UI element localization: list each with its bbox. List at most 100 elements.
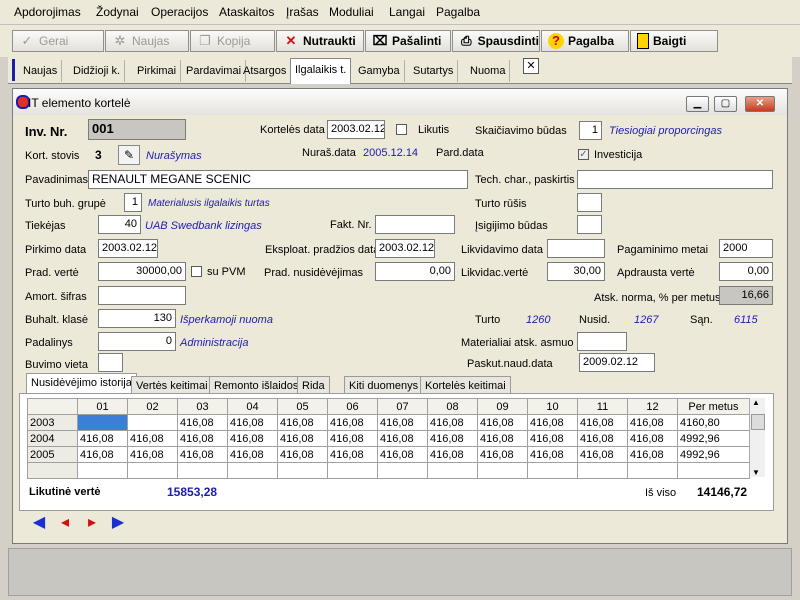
- grid-cell[interactable]: 4160,80: [677, 414, 750, 431]
- asmuo-field[interactable]: [577, 332, 627, 351]
- grid-cell[interactable]: [427, 462, 478, 479]
- grid-cell[interactable]: 416,08: [427, 430, 478, 447]
- menu-irasas[interactable]: Įrašas: [286, 5, 319, 19]
- scroll-down-icon[interactable]: ▼: [752, 468, 760, 477]
- lookup-icon[interactable]: ✎: [118, 145, 140, 165]
- naujas-button[interactable]: ✲ Naujas: [105, 30, 189, 52]
- grid-cell[interactable]: 416,08: [477, 430, 528, 447]
- grid-cell[interactable]: [377, 462, 428, 479]
- kopija-button[interactable]: ❐ Kopija: [190, 30, 275, 52]
- grid-cell[interactable]: 416,08: [227, 414, 278, 431]
- grid-cell[interactable]: [327, 462, 378, 479]
- table-row[interactable]: 2005 416,08 416,08 416,08 416,08 416,08 416,08…: [27, 446, 750, 463]
- menu-ataskaitos[interactable]: Ataskaitos: [219, 5, 274, 19]
- grid-cell[interactable]: 416,08: [377, 430, 428, 447]
- module-tab-pardavimai[interactable]: Pardavimai: [182, 60, 247, 82]
- pagalba-button[interactable]: ? Pagalba: [541, 30, 629, 52]
- pavad-field[interactable]: RENAULT MEGANE SCENIC: [88, 170, 468, 189]
- grid-cell[interactable]: [127, 414, 178, 431]
- grid-cell[interactable]: 416,08: [77, 430, 128, 447]
- grid-cell[interactable]: 416,08: [527, 414, 578, 431]
- grid-cell[interactable]: 416,08: [427, 414, 478, 431]
- grid-cell[interactable]: 416,08: [127, 446, 178, 463]
- table-row[interactable]: 2004 416,08 416,08 416,08 416,08 416,08 416,08…: [27, 430, 750, 447]
- menu-moduliai[interactable]: Moduliai: [329, 5, 374, 19]
- grid-cell[interactable]: 416,08: [577, 430, 628, 447]
- module-tab-ilgalaikis[interactable]: Ilgalaikis t.: [290, 58, 352, 84]
- grid-cell[interactable]: 416,08: [127, 430, 178, 447]
- menu-operacijos[interactable]: Operacijos: [151, 5, 208, 19]
- grid-scrollbar[interactable]: ▲ ▼: [749, 398, 765, 477]
- likv-data-field[interactable]: [547, 239, 605, 258]
- buvimo-field[interactable]: [98, 353, 123, 372]
- eksp-data-field[interactable]: 2003.02.12: [375, 239, 435, 258]
- year-cell[interactable]: 2004: [27, 430, 78, 447]
- grid-cell[interactable]: 416,08: [477, 414, 528, 431]
- grid-cell[interactable]: 416,08: [327, 430, 378, 447]
- grid-cell[interactable]: 416,08: [327, 414, 378, 431]
- isig-field[interactable]: [577, 215, 602, 234]
- fakt-field[interactable]: [375, 215, 455, 234]
- year-cell[interactable]: 2003: [27, 414, 78, 431]
- grid-cell[interactable]: 416,08: [577, 414, 628, 431]
- scroll-up-icon[interactable]: ▲: [752, 398, 760, 407]
- prev-record-icon[interactable]: ◂: [55, 513, 75, 533]
- next-record-icon[interactable]: ▸: [82, 513, 102, 533]
- spausdinti-button[interactable]: ⎙ Spausdinti: [452, 30, 540, 52]
- prad-nus-field[interactable]: 0,00: [375, 262, 455, 281]
- grid-cell[interactable]: 416,08: [377, 414, 428, 431]
- close-icon[interactable]: ✕: [745, 96, 775, 112]
- grid-cell[interactable]: 416,08: [177, 446, 228, 463]
- grid-cell[interactable]: 416,08: [377, 446, 428, 463]
- module-tab-gamyba[interactable]: Gamyba: [354, 60, 405, 82]
- module-tab-pirkimai[interactable]: Pirkimai: [133, 60, 182, 82]
- grid-cell[interactable]: 4992,96: [677, 430, 750, 447]
- pasalinti-button[interactable]: ⌧ Pašalinti: [365, 30, 451, 52]
- grid-cell[interactable]: 416,08: [527, 430, 578, 447]
- grid-cell[interactable]: [627, 462, 678, 479]
- grid-cell[interactable]: 416,08: [277, 430, 328, 447]
- grid-cell[interactable]: [277, 462, 328, 479]
- grid-cell[interactable]: 416,08: [277, 446, 328, 463]
- module-tab-nuoma[interactable]: Nuoma: [466, 60, 511, 82]
- gerai-button[interactable]: ✓ Gerai: [12, 30, 104, 52]
- grid-cell[interactable]: [577, 462, 628, 479]
- grid-cell[interactable]: [77, 462, 128, 479]
- grid-cell[interactable]: 416,08: [227, 430, 278, 447]
- year-cell[interactable]: [27, 462, 78, 479]
- module-tab-atsargos[interactable]: Atsargos: [239, 60, 292, 82]
- grid-cell[interactable]: [527, 462, 578, 479]
- minimize-icon[interactable]: ▁: [686, 96, 709, 112]
- grid-cell[interactable]: 416,08: [277, 414, 328, 431]
- grid-cell[interactable]: 416,08: [627, 430, 678, 447]
- grid-cell[interactable]: [677, 462, 750, 479]
- grid-cell[interactable]: [227, 462, 278, 479]
- prad-verte-field[interactable]: 30000,00: [98, 262, 186, 281]
- grid-cell[interactable]: [127, 462, 178, 479]
- grid-cell[interactable]: 416,08: [177, 430, 228, 447]
- kort-data-field[interactable]: 2003.02.12: [327, 120, 385, 139]
- grid-cell[interactable]: 416,08: [77, 446, 128, 463]
- module-close-icon[interactable]: ✕: [523, 58, 539, 74]
- padal-code-field[interactable]: 0: [98, 332, 176, 351]
- apdr-field[interactable]: 0,00: [719, 262, 773, 281]
- menu-apdorojimas[interactable]: Apdorojimas: [14, 5, 81, 19]
- likutis-checkbox[interactable]: [396, 124, 407, 135]
- grupe-code-field[interactable]: 1: [124, 193, 142, 212]
- table-row[interactable]: 2003 416,08 416,08 416,08 416,08 416,08 416,08…: [27, 414, 750, 431]
- paskut-field[interactable]: 2009.02.12: [579, 353, 655, 372]
- grid-cell[interactable]: 416,08: [527, 446, 578, 463]
- skaic-code-field[interactable]: 1: [579, 121, 602, 140]
- tech-field[interactable]: [577, 170, 773, 189]
- buhalt-code-field[interactable]: 130: [98, 309, 176, 328]
- baigti-button[interactable]: Baigti: [630, 30, 718, 52]
- grid-cell[interactable]: 416,08: [477, 446, 528, 463]
- table-row[interactable]: [27, 462, 750, 479]
- module-tab-sutartys[interactable]: Sutartys: [409, 60, 459, 82]
- grid-cell[interactable]: 416,08: [627, 414, 678, 431]
- menu-pagalba[interactable]: Pagalba: [436, 5, 480, 19]
- tiekejas-code-field[interactable]: 40: [98, 215, 141, 234]
- grid-cell[interactable]: 416,08: [177, 414, 228, 431]
- pirk-data-field[interactable]: 2003.02.12: [98, 239, 158, 258]
- supvm-checkbox[interactable]: [191, 266, 202, 277]
